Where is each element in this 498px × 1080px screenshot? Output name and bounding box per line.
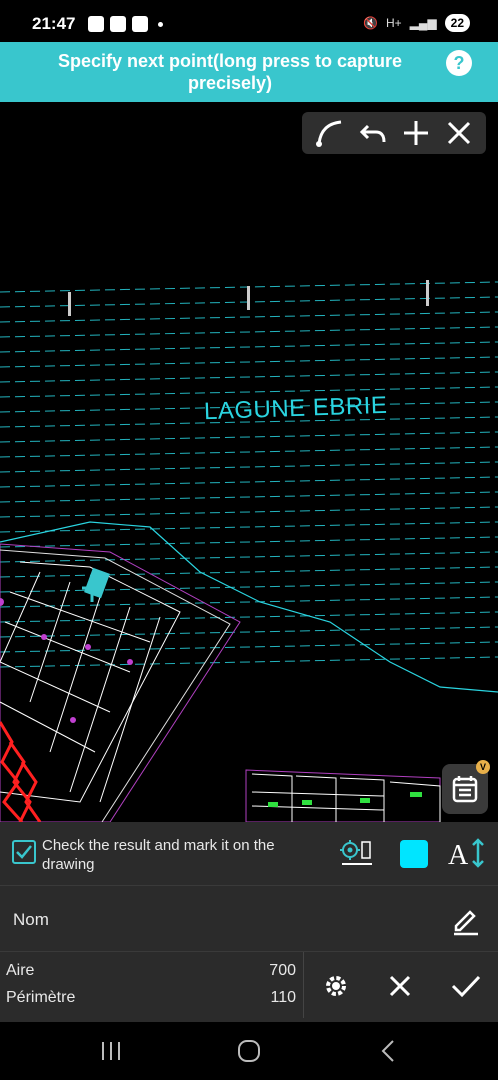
battery-indicator: 22 <box>444 14 470 32</box>
drawing-tool-panel <box>302 112 486 154</box>
recent-apps-button[interactable] <box>96 1036 126 1066</box>
cancel-tool-button[interactable] <box>441 115 477 151</box>
lagoon-contour-line <box>0 356 498 368</box>
status-bar: 21:47 🔇 H+ ▂▄▆ 22 <box>0 0 498 42</box>
lagoon-contour-line <box>0 641 498 653</box>
measurement-row: Aire 700 Périmètre 110 <box>0 952 498 1022</box>
app-notification-icon <box>88 16 104 32</box>
close-icon <box>389 975 411 997</box>
name-row[interactable]: Nom <box>0 886 498 952</box>
notification-icons <box>88 16 163 32</box>
command-prompt-text: Specify next point(long press to capture… <box>57 51 403 93</box>
mark-result-label: Check the result and mark it on the draw… <box>42 837 275 873</box>
more-notifications-icon <box>158 21 163 27</box>
status-time: 21:47 <box>32 14 76 33</box>
recents-icon <box>102 1042 120 1060</box>
command-prompt-bar: Specify next point(long press to capture… <box>0 42 498 102</box>
lagoon-contour-line <box>0 581 498 593</box>
help-icon[interactable]: ? <box>446 50 472 76</box>
color-swatch-button[interactable] <box>400 840 428 868</box>
undo-button[interactable] <box>355 115 391 151</box>
lagoon-contour-line <box>0 311 498 323</box>
layer-gear-icon <box>340 840 372 865</box>
lagoon-contour-line <box>0 611 498 623</box>
signal-icon: ▂▄▆ <box>409 16 437 30</box>
lagoon-contour-line <box>0 431 498 443</box>
pencil-icon <box>454 910 478 936</box>
text-size-icon: A <box>448 838 484 871</box>
home-button[interactable] <box>234 1036 264 1066</box>
perimeter-value: 110 <box>270 989 296 1006</box>
network-type-label: H+ <box>385 16 402 30</box>
plus-icon <box>403 121 428 145</box>
shoreline <box>0 521 498 693</box>
lagoon-contour-line <box>0 656 498 668</box>
drawing-canvas[interactable] <box>0 102 498 822</box>
red-zone <box>0 721 42 822</box>
check-icon <box>451 975 481 998</box>
text-size-button[interactable]: A <box>446 836 486 871</box>
grid-notification-icon <box>110 16 126 32</box>
system-navigation-bar <box>0 1022 498 1080</box>
lagoon-contour-line <box>0 626 498 638</box>
svg-text:A: A <box>448 840 469 870</box>
lagoon-contour-line <box>0 341 498 353</box>
lagoon-contour-line <box>0 386 498 398</box>
name-label: Nom <box>13 910 49 929</box>
lagoon-contour-line <box>0 476 498 488</box>
close-icon <box>447 121 470 145</box>
mute-icon: 🔇 <box>363 16 378 30</box>
area-value: 700 <box>269 962 296 979</box>
parcel-ids-green <box>268 792 422 807</box>
settings-button[interactable] <box>318 968 354 1004</box>
confirm-button[interactable] <box>448 968 484 1004</box>
calendar-icon <box>452 776 478 803</box>
undo-icon <box>359 124 385 143</box>
survey-marker-2 <box>247 286 250 310</box>
home-icon <box>238 1040 260 1062</box>
lagoon-contour-line <box>0 326 498 338</box>
layer-settings-button[interactable] <box>338 838 378 868</box>
lagoon-contour-line <box>0 551 498 563</box>
calendar-badge: V <box>476 760 490 774</box>
notes-button[interactable]: V <box>442 760 490 814</box>
survey-marker-1 <box>68 292 71 316</box>
lagoon-contour-line <box>0 461 498 473</box>
alert-notification-icon <box>132 16 148 32</box>
lagoon-contour-line <box>0 506 498 518</box>
lagoon-contour-line <box>0 536 498 548</box>
cad-drawing <box>0 280 498 822</box>
area-label: Aire <box>6 962 35 979</box>
discard-button[interactable] <box>382 968 418 1004</box>
add-point-button[interactable] <box>398 115 434 151</box>
back-icon <box>381 1040 394 1062</box>
lagoon-contour-line <box>0 446 498 458</box>
lagoon-contour-line <box>0 596 498 608</box>
checkmark-icon <box>16 845 32 859</box>
edit-name-button[interactable] <box>450 904 482 936</box>
perimeter-label: Périmètre <box>6 989 76 1006</box>
back-button[interactable] <box>374 1036 404 1066</box>
lagoon-contour-line <box>0 491 498 503</box>
result-options-row: Check the result and mark it on the draw… <box>0 822 498 886</box>
selected-point-marker <box>82 567 110 602</box>
lagoon-contour-line <box>0 566 498 578</box>
arc-button[interactable] <box>312 115 348 151</box>
measurement-divider <box>303 952 304 1018</box>
arc-icon <box>315 120 341 147</box>
survey-marker-3 <box>426 280 429 306</box>
gear-icon <box>326 976 346 996</box>
system-icons: 🔇 H+ ▂▄▆ 22 <box>363 14 470 32</box>
lagoon-contour-line <box>0 521 498 533</box>
lagoon-contour-line <box>0 371 498 383</box>
mark-result-checkbox[interactable] <box>12 840 36 864</box>
